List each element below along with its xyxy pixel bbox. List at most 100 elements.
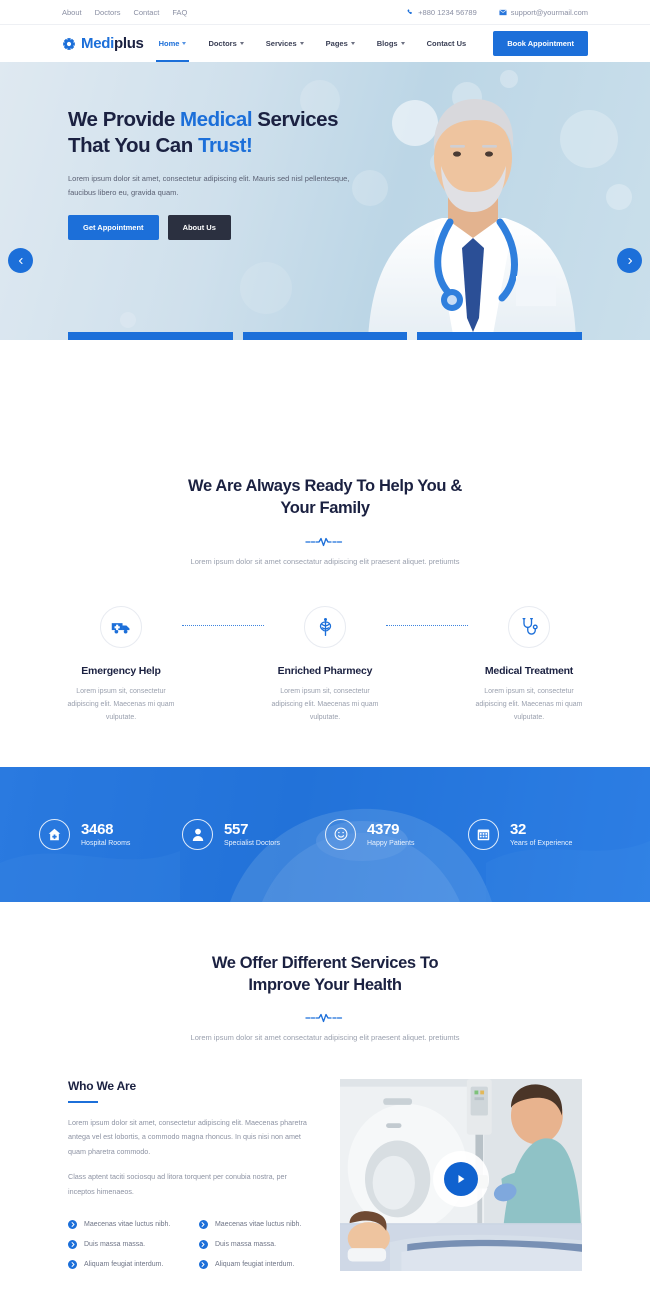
chevron-down-icon	[350, 42, 355, 45]
hero-title-line2-accent: Trust!	[198, 134, 253, 158]
chevron-down-icon	[400, 42, 405, 45]
hero-slider: We Provide Medical Services That You Can…	[0, 62, 650, 340]
ambulance-icon	[100, 606, 142, 649]
logo-text-blue: Medi	[81, 35, 114, 52]
offer-subtitle-line1: Lorem ipsum dolor sit amet consectatur a…	[190, 1033, 427, 1043]
feature-card-emergency-cases[interactable]: Lorem Amet Emergency Cases Lorem ipsum s…	[68, 332, 233, 340]
topbar-phone[interactable]: +880 1234 56789	[407, 8, 477, 17]
topbar-email[interactable]: support@yourmail.com	[499, 8, 588, 17]
offer-section-subtitle: Lorem ipsum dolor sit amet consectatur a…	[183, 1031, 468, 1045]
stats-section: 3468 Hospital Rooms 557 Specialist Docto…	[0, 766, 650, 902]
stat-text: 32 Years of Experience	[510, 821, 573, 848]
logo[interactable]: Mediplus	[62, 35, 144, 52]
ready-title-line1: We Are Always Ready To Help You &	[188, 477, 462, 495]
ready-title-line2: Your Family	[280, 499, 370, 518]
nav-item-services-label: Services	[265, 39, 297, 48]
medical-cross-icon	[62, 37, 76, 51]
slider-next-button[interactable]	[617, 248, 642, 273]
calendar-icon	[468, 818, 499, 850]
hero-title-line1-accent: Medical	[180, 108, 253, 131]
chevron-right-circle-icon	[68, 1240, 77, 1250]
hero-title-line1-a: We Provide	[68, 108, 181, 131]
dotted-connector	[182, 625, 264, 627]
smiley-face-icon	[325, 818, 356, 850]
topbar-link-contact[interactable]: Contact	[133, 8, 159, 17]
slider-prev-button[interactable]	[8, 248, 33, 273]
book-appointment-button[interactable]: Book Appointment	[493, 31, 588, 56]
ready-subtitle-line1: Lorem ipsum dolor sit amet consectatur a…	[190, 556, 427, 566]
who-we-are-paragraph-1: Lorem ipsum dolor sit amet, consectetur …	[68, 1117, 307, 1156]
ready-section-title: We Are Always Ready To Help You & Your F…	[0, 475, 650, 520]
ready-section-subtitle: Lorem ipsum dolor sit amet consectatur a…	[183, 555, 468, 569]
nav-item-pages[interactable]: Pages	[315, 28, 366, 59]
about-us-button[interactable]: About Us	[167, 215, 231, 241]
stat-label: Specialist Doctors	[224, 840, 281, 848]
topbar-email-text: support@yourmail.com	[510, 7, 588, 17]
service-medical-treatment[interactable]: Medical Treatment Lorem ipsum sit, conse…	[468, 606, 590, 725]
nav-item-blogs[interactable]: Blogs	[366, 28, 416, 59]
nav-item-contact-us[interactable]: Contact Us	[416, 28, 478, 59]
heartbeat-line-icon	[305, 534, 345, 546]
who-we-are-lists: Maecenas vitae luctus nibh. Duis massa m…	[68, 1215, 314, 1275]
who-we-are-video[interactable]	[339, 1078, 582, 1279]
stat-happy-patients: 4379 Happy Patients	[325, 818, 468, 850]
service-enriched-pharmecy[interactable]: Enriched Pharmecy Lorem ipsum sit, conse…	[264, 606, 386, 725]
chevron-right-circle-icon	[68, 1220, 77, 1230]
offer-title-line2: Improve Your Health	[248, 976, 402, 995]
feature-card-opening-hours[interactable]: Donec luctus Opening Hours Monday - Frid…	[417, 332, 583, 340]
who-we-are-heading: Who We Are	[68, 1078, 137, 1093]
topbar-link-about[interactable]: About	[62, 8, 82, 17]
list-item-label: Duis massa massa.	[214, 1241, 277, 1249]
stat-specialist-doctors: 557 Specialist Doctors	[182, 818, 325, 850]
services-row: Emergency Help Lorem ipsum sit, consecte…	[0, 606, 650, 725]
offer-title-line1: We Offer Different Services To	[211, 953, 439, 972]
chevron-right-circle-icon	[198, 1220, 208, 1230]
stat-label: Hospital Rooms	[81, 840, 131, 848]
hero-paragraph: Lorem ipsum dolor sit amet, consectetur …	[68, 174, 350, 198]
chevron-right-icon	[626, 253, 634, 268]
heartbeat-line-icon	[305, 1010, 345, 1023]
nav-item-pages-label: Pages	[325, 39, 348, 48]
stat-label: Years of Experience	[510, 840, 573, 848]
chevron-right-circle-icon	[198, 1260, 208, 1270]
who-we-are-section: Who We Are Lorem ipsum dolor sit amet, c…	[0, 1078, 650, 1279]
list-item: Maecenas vitae luctus nibh.	[198, 1215, 314, 1235]
ready-subtitle-line2: pretiumts	[428, 556, 460, 566]
nav-item-doctors[interactable]: Doctors	[197, 28, 254, 59]
nav-item-services[interactable]: Services	[255, 28, 315, 59]
site-header: Mediplus Home Doctors Services Pages Blo…	[0, 25, 650, 62]
chevron-down-icon	[182, 42, 187, 45]
list-item-label: Aliquam feugiat interdum.	[214, 1261, 295, 1269]
service-emergency-help[interactable]: Emergency Help Lorem ipsum sit, consecte…	[60, 606, 182, 725]
service-description: Lorem ipsum sit, consectetur adipiscing …	[60, 686, 182, 725]
topbar-phone-text: +880 1234 56789	[418, 7, 477, 17]
who-we-are-text: Who We Are Lorem ipsum dolor sit amet, c…	[68, 1079, 314, 1275]
service-name: Medical Treatment	[484, 665, 574, 678]
hero-buttons: Get Appointment About Us	[68, 215, 370, 241]
get-appointment-button[interactable]: Get Appointment	[68, 215, 159, 241]
offer-section-title: We Offer Different Services To Improve Y…	[0, 952, 650, 997]
logo-text: Mediplus	[81, 35, 144, 52]
service-desc-line2: Maecenas mi quam vulputate.	[513, 700, 583, 721]
stat-label: Happy Patients	[367, 840, 415, 848]
ready-section: We Are Always Ready To Help You & Your F…	[0, 340, 650, 725]
offer-subtitle-line2: pretiumts	[428, 1033, 460, 1043]
caduceus-icon	[304, 606, 346, 649]
stat-number: 3468	[81, 820, 114, 838]
who-we-are-list-right: Maecenas vitae luctus nibh. Duis massa m…	[198, 1215, 314, 1275]
hero-title: We Provide Medical Services That You Can…	[68, 107, 370, 159]
chevron-down-icon	[239, 42, 244, 45]
topbar-link-faq[interactable]: FAQ	[172, 8, 187, 17]
topbar-link-doctors[interactable]: Doctors	[95, 8, 121, 17]
stat-number: 4379	[367, 820, 400, 838]
stethoscope-icon	[508, 606, 550, 649]
nav-item-home[interactable]: Home	[148, 28, 198, 62]
feature-card-doctors-timetable[interactable]: Fusce Porttitor Doctors Timetable Lorem …	[242, 332, 408, 340]
stat-years-of-experience: 32 Years of Experience	[468, 818, 611, 850]
hero-title-line1-b: Services	[252, 108, 339, 131]
video-play-button[interactable]	[432, 1150, 489, 1207]
who-we-are-list-left: Maecenas vitae luctus nibh. Duis massa m…	[68, 1215, 183, 1275]
hospital-building-icon	[39, 818, 70, 850]
user-icon	[182, 818, 213, 850]
chevron-down-icon	[299, 42, 304, 45]
